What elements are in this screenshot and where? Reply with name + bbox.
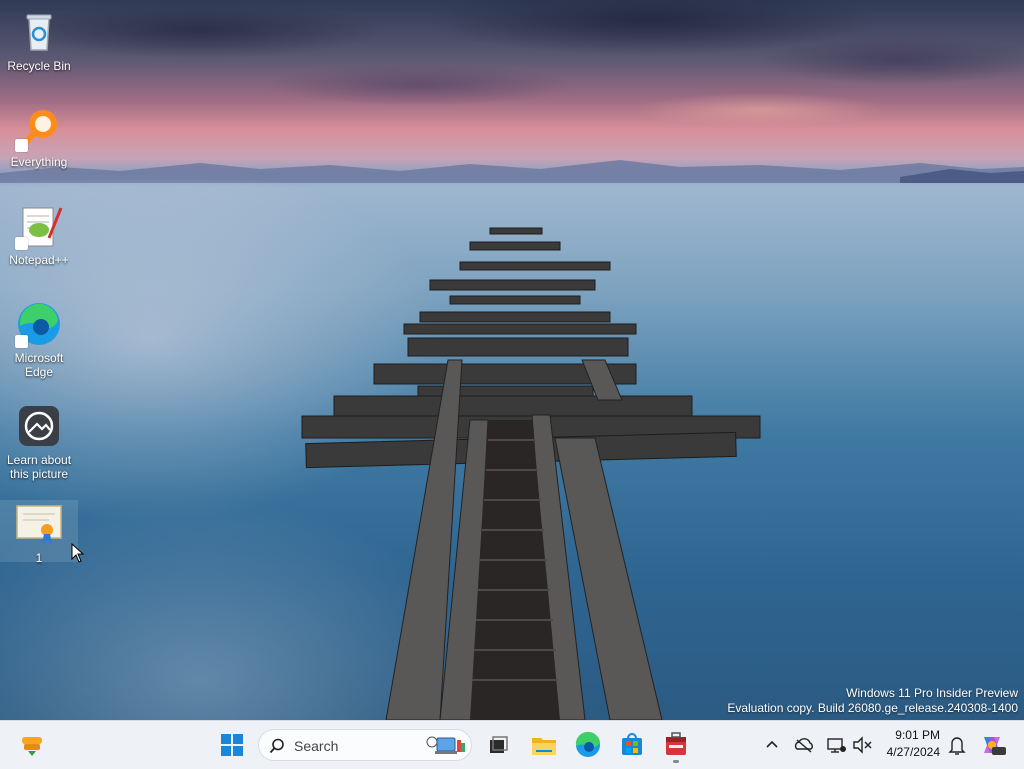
onedrive-offline-icon <box>794 738 813 753</box>
desktop-icon-label: Microsoft Edge <box>14 351 64 379</box>
onedrive-tray-button[interactable] <box>792 729 816 761</box>
desktop-icon-recycle-bin[interactable]: Recycle Bin <box>0 8 78 73</box>
toolbox-icon <box>666 732 686 755</box>
clock-date: 4/27/2024 <box>886 745 940 759</box>
task-view-button[interactable] <box>482 729 514 761</box>
shortcut-arrow-icon <box>15 237 28 250</box>
start-icon <box>221 734 243 756</box>
search-icon <box>269 738 284 754</box>
file-explorer-icon <box>532 738 556 755</box>
edge-taskbar-button[interactable] <box>572 729 604 761</box>
desktop-icon-label: 1 <box>35 551 43 565</box>
volume-tray-button[interactable] <box>850 729 874 761</box>
shortcut-arrow-icon <box>15 335 28 348</box>
search-label: Search <box>294 738 339 754</box>
running-indicator <box>673 760 679 763</box>
everything-search-icon <box>15 104 63 152</box>
edge-icon <box>15 300 63 348</box>
desktop-icon-learn-about-picture[interactable]: Learn about this picture <box>0 402 78 481</box>
toolbox-button[interactable] <box>660 729 692 763</box>
notepadpp-icon <box>15 202 63 250</box>
desktop-icon-label: Everything <box>10 155 68 169</box>
shortcut-arrow-icon <box>15 139 28 152</box>
taskbar-search-box[interactable]: Search <box>258 729 472 761</box>
volume-muted-icon <box>853 736 872 754</box>
wooden-pier <box>301 227 761 720</box>
clock-area[interactable]: 9:01 PM 4/27/2024 <box>880 728 946 762</box>
search-highlight-icon <box>426 736 465 754</box>
chevron-up-icon <box>766 740 778 748</box>
recycle-bin-icon <box>15 8 63 56</box>
desktop-icon-label: Recycle Bin <box>7 59 71 73</box>
certificate-icon <box>15 500 63 548</box>
evaluation-watermark: Windows 11 Pro Insider Preview Evaluatio… <box>727 686 1018 716</box>
show-hidden-icons-button[interactable] <box>760 729 784 761</box>
learn-picture-icon <box>15 402 63 450</box>
desktop-icon-microsoft-edge[interactable]: Microsoft Edge <box>0 300 78 379</box>
desktop-icon-1[interactable]: 1 <box>0 500 78 565</box>
start-button[interactable] <box>216 729 248 761</box>
desktop-icon-label: Learn about this picture <box>6 453 72 481</box>
desktop-icon-everything[interactable]: Everything <box>0 104 78 169</box>
copilot-icon <box>984 737 1006 755</box>
widgets-icon <box>22 737 42 756</box>
desktop-icon-notepadpp[interactable]: Notepad++ <box>0 202 78 267</box>
network-icon <box>827 738 846 753</box>
copilot-button[interactable] <box>976 729 1008 761</box>
desktop-icon-label: Notepad++ <box>9 253 69 267</box>
network-tray-button[interactable] <box>824 729 848 761</box>
desktop-wallpaper <box>0 0 1024 720</box>
task-view-icon <box>490 736 508 753</box>
store-button[interactable] <box>616 729 648 761</box>
taskbar: Search 9:01 PM 4/27/2024 <box>0 720 1024 769</box>
widgets-button[interactable] <box>16 729 48 761</box>
mouse-cursor-icon <box>71 543 85 563</box>
store-icon <box>622 733 642 755</box>
clock-time: 9:01 PM <box>895 728 940 742</box>
notifications-button[interactable] <box>946 729 968 761</box>
edge-icon <box>575 731 600 757</box>
watermark-build: Evaluation copy. Build 26080.ge_release.… <box>727 701 1018 715</box>
watermark-edition: Windows 11 Pro Insider Preview <box>846 686 1018 700</box>
file-explorer-button[interactable] <box>528 729 560 761</box>
notification-bell-icon <box>948 737 966 755</box>
